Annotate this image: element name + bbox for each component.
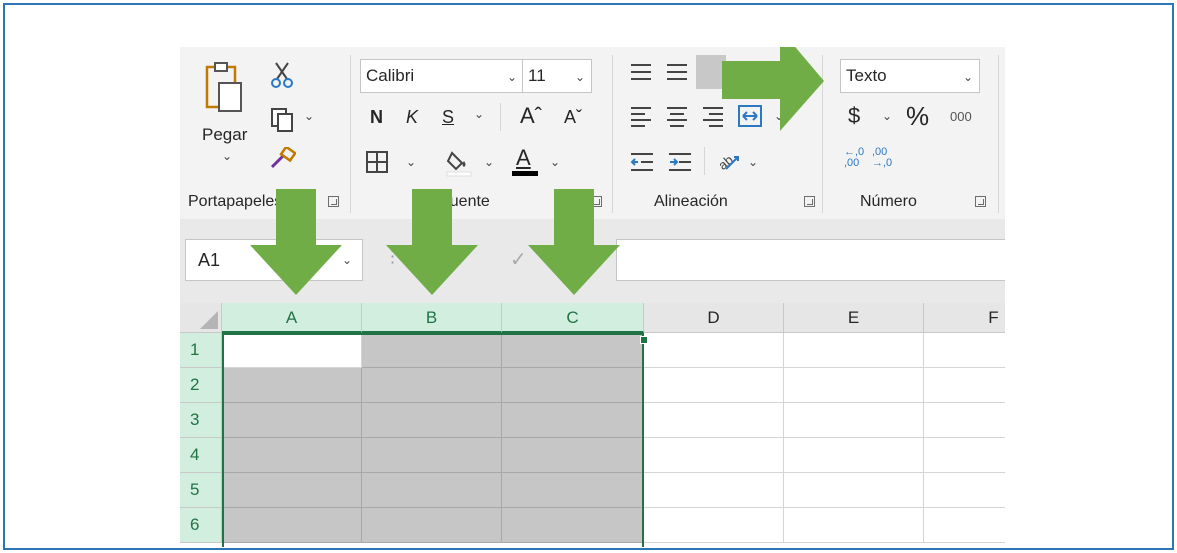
column-header-e[interactable]: E [784, 303, 924, 333]
bold-button[interactable]: N [370, 107, 383, 128]
cell-f1[interactable] [924, 333, 1005, 368]
format-painter-icon[interactable] [270, 147, 296, 171]
chevron-down-icon: ⌄ [574, 70, 585, 84]
cell-f5[interactable] [924, 473, 1005, 508]
align-left-icon[interactable] [630, 105, 652, 127]
chevron-down-icon: ⌄ [962, 70, 973, 84]
percent-button[interactable]: % [906, 101, 929, 132]
italic-button[interactable]: K [406, 107, 418, 128]
decrease-indent-icon[interactable] [630, 151, 654, 173]
column-header-f[interactable]: F [924, 303, 1005, 333]
decrease-decimal-button[interactable]: ,00 →,0 [872, 147, 898, 169]
cell-d6[interactable] [644, 508, 784, 543]
currency-dropdown-icon[interactable]: ⌄ [882, 109, 892, 123]
column-header-d[interactable]: D [644, 303, 784, 333]
cell-d2[interactable] [644, 368, 784, 403]
spreadsheet-grid: A B C D E F 1 2 3 4 5 6 [180, 303, 1005, 547]
row-header-2[interactable]: 2 [180, 368, 222, 403]
font-color-swatch [512, 171, 538, 176]
row-header-4[interactable]: 4 [180, 438, 222, 473]
align-center-icon[interactable] [666, 105, 688, 127]
cell-f2[interactable] [924, 368, 1005, 403]
number-launcher-icon[interactable] [975, 196, 986, 207]
cut-scissors-icon[interactable] [270, 61, 294, 89]
separator [704, 147, 705, 175]
cell-f3[interactable] [924, 403, 1005, 438]
arrow-right-icon [722, 47, 824, 131]
underline-dropdown-icon[interactable]: ⌄ [474, 107, 484, 121]
fill-color-icon[interactable] [446, 147, 474, 177]
name-box-value: A1 [198, 250, 221, 270]
font-color-icon: A [516, 145, 531, 170]
paste-label: Pegar [202, 125, 248, 144]
orientation-dropdown-icon[interactable]: ⌄ [748, 155, 758, 169]
cell-e1[interactable] [784, 333, 924, 368]
column-header-b[interactable]: B [362, 303, 502, 333]
arrow-down-icon [528, 189, 620, 295]
copy-dropdown-icon[interactable]: ⌄ [304, 109, 314, 123]
orientation-icon[interactable]: ab [716, 147, 742, 173]
separator [500, 103, 501, 131]
paste-dropdown-icon: ⌄ [222, 149, 233, 163]
cell-d3[interactable] [644, 403, 784, 438]
arrow-down-icon [386, 189, 478, 295]
number-format-dropdown[interactable]: Texto ⌄ [840, 59, 980, 93]
font-color-dropdown-icon[interactable]: ⌄ [550, 155, 560, 169]
number-format-value: Texto [846, 66, 887, 85]
cell-e5[interactable] [784, 473, 924, 508]
underline-button[interactable]: S [442, 107, 454, 128]
cell-f4[interactable] [924, 438, 1005, 473]
cell-e4[interactable] [784, 438, 924, 473]
alignment-group-label: Alineación [654, 193, 728, 210]
thousands-button[interactable]: 000 [950, 109, 972, 124]
align-top-icon[interactable] [630, 63, 652, 81]
arrow-down-icon [250, 189, 342, 295]
currency-button[interactable]: $ [848, 103, 860, 129]
fill-handle[interactable] [640, 336, 648, 344]
cell-d4[interactable] [644, 438, 784, 473]
column-header-a[interactable]: A [222, 303, 362, 333]
font-size-dropdown[interactable]: 11 ⌄ [522, 59, 592, 93]
cell-e2[interactable] [784, 368, 924, 403]
selection-border [222, 333, 644, 547]
font-name-dropdown[interactable]: Calibri ⌄ [360, 59, 524, 93]
chevron-down-icon: ⌄ [506, 70, 517, 84]
font-name-value: Calibri [366, 66, 415, 85]
cell-f6[interactable] [924, 508, 1005, 543]
increase-font-button[interactable]: Aˆ [520, 103, 542, 129]
font-size-value: 11 [528, 66, 546, 85]
align-middle-icon[interactable] [666, 63, 688, 81]
copy-icon[interactable] [270, 107, 296, 133]
increase-decimal-button[interactable]: ←,0 ,00 [844, 147, 870, 169]
formula-input[interactable] [616, 239, 1005, 281]
separator [350, 55, 351, 213]
cell-e3[interactable] [784, 403, 924, 438]
select-all-corner[interactable] [180, 303, 222, 333]
fill-color-dropdown-icon[interactable]: ⌄ [484, 155, 494, 169]
column-header-c[interactable]: C [502, 303, 644, 333]
cell-e6[interactable] [784, 508, 924, 543]
cell-d1[interactable] [644, 333, 784, 368]
increase-indent-icon[interactable] [668, 151, 692, 173]
decrease-font-button[interactable]: Aˇ [564, 107, 582, 128]
row-header-3[interactable]: 3 [180, 403, 222, 438]
paste-clipboard-icon [205, 62, 242, 112]
row-header-1[interactable]: 1 [180, 333, 222, 368]
borders-dropdown-icon[interactable]: ⌄ [406, 155, 416, 169]
row-header-6[interactable]: 6 [180, 508, 222, 543]
separator [998, 55, 999, 213]
number-group-label: Número [860, 193, 917, 210]
enter-formula-icon[interactable]: ✓ [510, 247, 527, 272]
borders-icon[interactable] [366, 151, 388, 173]
excel-window: Pegar ⌄ ⌄ Portapapeles Calibri ⌄ 11 ⌄ N … [180, 47, 1005, 547]
row-header-5[interactable]: 5 [180, 473, 222, 508]
cell-d5[interactable] [644, 473, 784, 508]
alignment-launcher-icon[interactable] [804, 196, 815, 207]
